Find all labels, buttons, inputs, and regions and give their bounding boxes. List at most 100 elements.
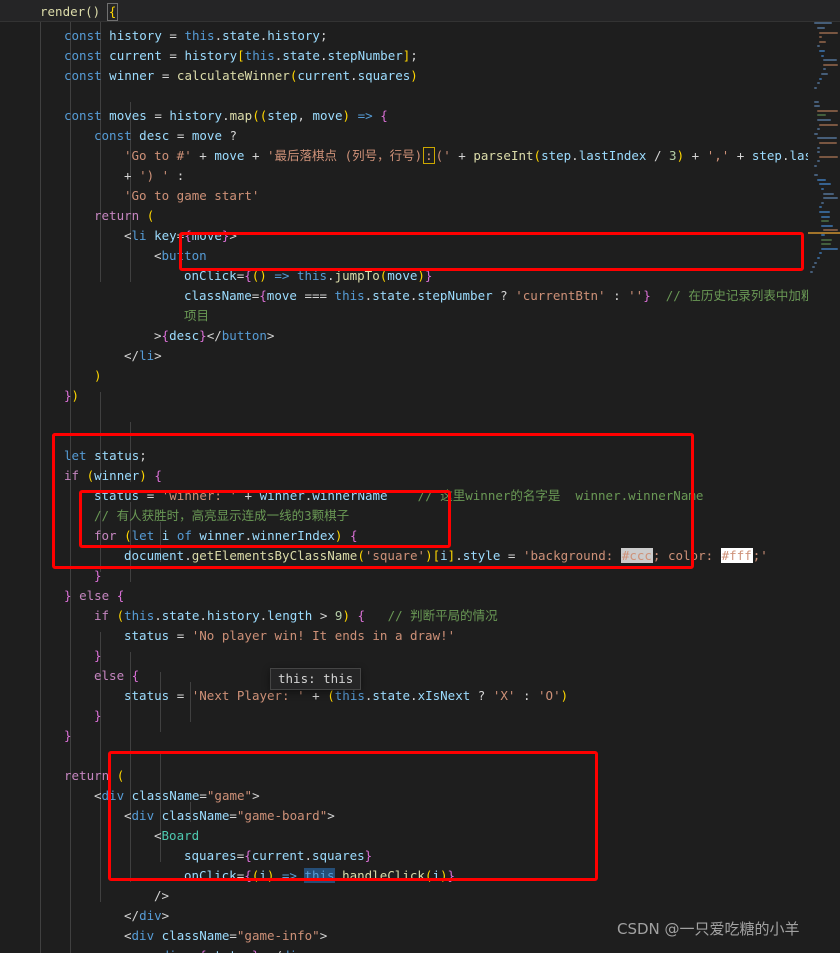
code-line: const desc = move ?	[94, 128, 238, 143]
sticky-scope-text: render() {	[40, 3, 119, 21]
code-line: <div className="game-board">	[124, 808, 335, 823]
code-line: status = 'winner: ' + winner.winnerName …	[94, 488, 704, 503]
code-line: return (	[64, 768, 125, 783]
code-line: 'Go to #' + move + '最后落棋点 (列号，行号): (' + p…	[124, 147, 840, 164]
minimap-line	[810, 270, 813, 273]
minimap-line	[821, 234, 825, 236]
code-line: }	[94, 708, 102, 723]
code-line: <div> {status} </div>	[154, 946, 312, 953]
code-line: onClick={() => this.jumpTo(move)}	[184, 268, 433, 283]
code-line: + ') ' :	[124, 168, 185, 183]
code-line: })	[64, 388, 80, 403]
code-line: let status;	[64, 448, 147, 463]
code-editor[interactable]: const history = this.state.history; cons…	[0, 22, 840, 953]
minimap-line	[818, 123, 838, 126]
minimap-line	[821, 54, 824, 57]
code-line: status = 'No player win! It ends in a dr…	[124, 628, 456, 643]
minimap-line	[816, 114, 826, 117]
code-line: // 有人获胜时，高亮显示连成一线的3颗棋子	[94, 508, 350, 523]
minimap-line	[818, 183, 831, 186]
minimap-line	[816, 27, 825, 29]
minimap-line	[814, 174, 818, 177]
minimap-line	[814, 100, 819, 103]
minimap-line	[823, 68, 827, 71]
code-line: }	[94, 568, 102, 583]
minimap-line	[818, 206, 822, 209]
hover-tooltip-text: this: this	[278, 671, 354, 686]
sticky-scope-brace: {	[106, 3, 119, 21]
minimap-line	[818, 155, 838, 158]
minimap-line	[816, 137, 838, 140]
code-line: return (	[94, 208, 155, 223]
minimap-line	[812, 266, 816, 269]
minimap-line	[818, 252, 822, 255]
code-line: />	[154, 888, 170, 903]
minimap-line	[818, 77, 822, 80]
minimap-line	[821, 224, 834, 227]
minimap-line	[821, 247, 838, 250]
minimap-line	[814, 261, 818, 264]
code-line: </div>	[124, 908, 170, 923]
code-line: const history = this.state.history;	[64, 28, 328, 43]
code-line: 'Go to game start'	[124, 188, 260, 203]
minimap-line	[818, 31, 838, 34]
minimap-line	[821, 201, 824, 204]
minimap-line	[818, 50, 826, 52]
minimap-line	[823, 59, 838, 62]
minimap-line	[823, 197, 838, 200]
code-line: }	[64, 728, 72, 743]
code-line: onClick={(i) => this.handleClick(i)}	[184, 868, 456, 883]
minimap-line	[816, 109, 838, 112]
code-line: else {	[94, 668, 140, 683]
minimap-line	[816, 128, 820, 131]
minimap-line	[818, 211, 831, 213]
minimap-line	[816, 160, 820, 163]
minimap-line	[814, 105, 820, 108]
code-line: }	[94, 648, 102, 663]
sticky-scope-name: render()	[40, 4, 108, 19]
minimap-line	[816, 45, 820, 48]
code-line: <button	[154, 248, 207, 263]
code-line: <div className="game">	[94, 788, 260, 803]
minimap-line	[814, 165, 818, 167]
minimap-line	[816, 151, 820, 154]
minimap-line	[814, 86, 818, 89]
code-line: <Board	[154, 828, 200, 843]
code-line: if (winner) {	[64, 468, 162, 483]
code-line: for (let i of winner.winnerIndex) {	[94, 528, 358, 543]
code-line: if (this.state.history.length > 9) { // …	[94, 608, 498, 623]
minimap-line	[821, 215, 830, 218]
code-line: >{desc}</button>	[154, 328, 275, 343]
csdn-watermark: CSDN @一只爱吃糖的小羊	[617, 920, 800, 938]
minimap-line	[821, 220, 829, 223]
code-line: const current = history[this.state.stepN…	[64, 48, 418, 63]
minimap-line	[814, 132, 818, 135]
minimap-line	[816, 178, 826, 181]
minimap-line	[816, 146, 820, 149]
minimap-line	[816, 257, 820, 259]
minimap-line	[823, 63, 838, 66]
code-line: <li key={move}>	[124, 228, 237, 243]
minimap-line	[818, 36, 823, 39]
sticky-scope-header: render() {	[0, 0, 840, 22]
minimap-line	[818, 40, 827, 43]
code-line: document.getElementsByClassName('square'…	[124, 548, 768, 563]
code-line: } else {	[64, 588, 125, 603]
minimap-line	[821, 238, 832, 241]
code-line: squares={current.squares}	[184, 848, 373, 863]
minimap-line	[814, 22, 833, 25]
code-content[interactable]: const history = this.state.history; cons…	[38, 22, 840, 953]
minimap-line	[821, 188, 824, 190]
minimap-line	[821, 243, 832, 246]
code-line: </li>	[124, 348, 162, 363]
code-line: 项目	[184, 308, 210, 323]
editor-minimap[interactable]	[808, 0, 840, 953]
editor-gutter	[0, 22, 38, 953]
minimap-line	[821, 73, 828, 75]
code-line: className={move === this.state.stepNumbe…	[184, 288, 840, 303]
minimap-line	[818, 142, 838, 144]
minimap-line	[816, 82, 820, 85]
code-line: )	[94, 368, 102, 383]
minimap-line	[823, 192, 834, 195]
minimap-line	[816, 119, 832, 121]
